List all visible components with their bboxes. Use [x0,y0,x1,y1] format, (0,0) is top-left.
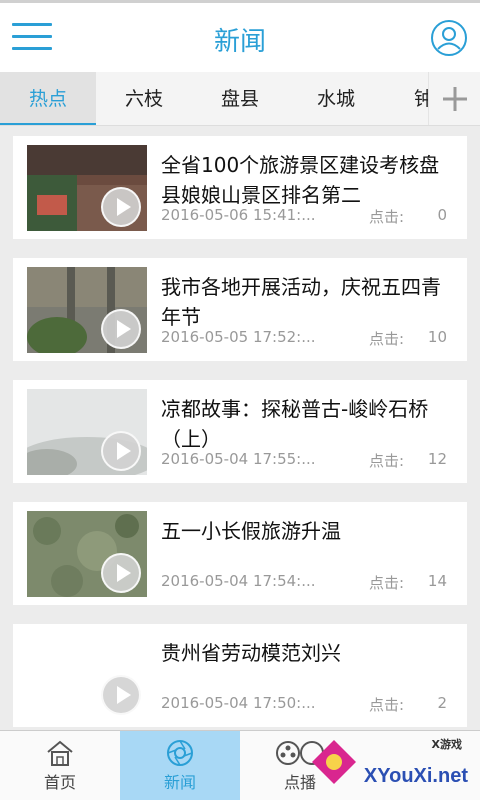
tab-panxian[interactable]: 盘县 [192,72,288,125]
click-label: 点击: [369,696,405,714]
news-item[interactable]: 贵州省劳动模范刘兴 2016-05-04 17:50:... 点击: 2 [13,624,467,727]
news-title: 我市各地开展活动，庆祝五四青年节 [161,275,441,329]
news-item[interactable]: 全省100个旅游景区建设考核盘县娘娘山景区排名第二 2016-05-06 15:… [13,136,467,239]
play-icon [101,187,141,227]
nav-home-label: 首页 [43,773,76,792]
news-list: 全省100个旅游景区建设考核盘县娘娘山景区排名第二 2016-05-06 15:… [0,126,480,730]
add-tab-button[interactable] [428,72,480,125]
nav-home[interactable]: 首页 [0,731,120,800]
news-thumbnail [27,267,147,353]
watermark-small-text: X游戏 [431,738,462,751]
news-thumbnail [27,633,147,719]
tab-liuzhi[interactable]: 六枝 [96,72,192,125]
page-title: 新闻 [213,27,266,57]
news-title: 贵州省劳动模范刘兴 [161,641,341,665]
news-thumbnail [27,389,147,475]
play-icon [101,309,141,349]
news-title: 凉都故事：探秘普古-峻岭石桥（上） [161,397,429,451]
click-count: 14 [427,572,447,590]
plus-icon [443,87,467,111]
tab-hot[interactable]: 热点 [0,72,96,125]
bottom-nav: 首页 新闻 点播 X游戏 XYouXi.net [0,730,480,800]
user-button[interactable] [430,19,468,57]
watermark: X游戏 XYouXi.net [304,734,474,794]
click-count: 12 [427,450,447,468]
click-label: 点击: [369,574,405,592]
app-header: 新闻 [0,0,480,72]
nav-news-label: 新闻 [163,773,196,792]
play-icon [101,675,141,715]
click-label: 点击: [369,330,405,348]
news-date: 2016-05-06 15:41:... [161,206,316,224]
news-date: 2016-05-04 17:54:... [161,572,316,590]
news-icon [167,740,193,766]
tab-shuicheng[interactable]: 水城 [288,72,384,125]
watermark-logo [312,740,356,784]
news-title: 五一小长假旅游升温 [161,519,341,543]
nav-news[interactable]: 新闻 [120,731,240,800]
news-item[interactable]: 我市各地开展活动，庆祝五四青年节 2016-05-05 17:52:... 点击… [13,258,467,361]
home-icon [47,740,73,766]
user-icon [431,20,467,56]
click-label: 点击: [369,208,405,226]
channel-tabs: 热点 六枝 盘县 水城 钟 [0,72,480,126]
play-icon [101,431,141,471]
news-date: 2016-05-05 17:52:... [161,328,316,346]
watermark-text: XYouXi.net [363,765,468,787]
news-item[interactable]: 凉都故事：探秘普古-峻岭石桥（上） 2016-05-04 17:55:... 点… [13,380,467,483]
news-thumbnail [27,145,147,231]
click-count: 10 [427,328,447,346]
news-date: 2016-05-04 17:55:... [161,450,316,468]
play-icon [101,553,141,593]
news-date: 2016-05-04 17:50:... [161,694,316,712]
news-item[interactable]: 五一小长假旅游升温 2016-05-04 17:54:... 点击: 14 [13,502,467,605]
click-count: 2 [437,694,447,712]
click-count: 0 [437,206,447,224]
news-title: 全省100个旅游景区建设考核盘县娘娘山景区排名第二 [161,153,440,207]
news-thumbnail [27,511,147,597]
click-label: 点击: [369,452,405,470]
